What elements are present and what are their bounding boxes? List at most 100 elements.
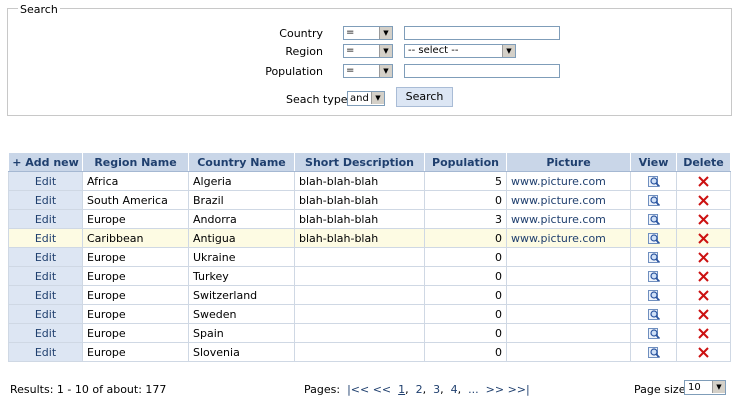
table-row[interactable]: Edit South America Brazil blah-blah-blah 0 ww…: [8, 190, 731, 210]
picture-link[interactable]: [506, 304, 631, 324]
region-cell: Europe: [82, 209, 189, 229]
table-row[interactable]: Edit Africa Algeria blah-blah-blah 5 www.pict…: [8, 171, 731, 191]
table-row[interactable]: Edit Europe Slovenia 0: [8, 342, 731, 362]
edit-link[interactable]: Edit: [8, 304, 83, 324]
picture-link[interactable]: [506, 342, 631, 362]
delete-button[interactable]: [676, 342, 731, 362]
edit-link[interactable]: Edit: [8, 190, 83, 210]
picture-link[interactable]: www.picture.com: [506, 171, 631, 191]
column-header-picture[interactable]: Picture: [506, 152, 631, 172]
page-link-more[interactable]: ...: [468, 383, 479, 396]
picture-link[interactable]: [506, 323, 631, 343]
view-button[interactable]: [630, 190, 677, 210]
table-row[interactable]: Edit Europe Andorra blah-blah-blah 3 www.pict…: [8, 209, 731, 229]
country-cell: Algeria: [188, 171, 295, 191]
page-size-label: Page size:: [634, 383, 690, 396]
description-cell: blah-blah-blah: [294, 190, 425, 210]
population-cell: 0: [424, 304, 507, 324]
column-header-population[interactable]: Population: [424, 152, 507, 172]
magnifier-icon: [647, 175, 660, 188]
table-row[interactable]: Edit Caribbean Antigua blah-blah-blah 0 www.p…: [8, 228, 731, 248]
picture-link[interactable]: www.picture.com: [506, 228, 631, 248]
chevron-down-icon: ▼: [379, 65, 392, 77]
delete-button[interactable]: [676, 247, 731, 267]
table-row[interactable]: Edit Europe Switzerland 0: [8, 285, 731, 305]
edit-link[interactable]: Edit: [8, 342, 83, 362]
country-operator-select[interactable]: = ▼: [343, 26, 393, 40]
view-button[interactable]: [630, 266, 677, 286]
region-cell: Europe: [82, 285, 189, 305]
edit-link[interactable]: Edit: [8, 285, 83, 305]
red-x-icon: [698, 175, 709, 188]
delete-button[interactable]: [676, 171, 731, 191]
magnifier-icon: [647, 289, 660, 302]
delete-button[interactable]: [676, 209, 731, 229]
view-button[interactable]: [630, 209, 677, 229]
page-link-1[interactable]: 1: [398, 383, 405, 396]
first-page-link[interactable]: |<<: [347, 383, 369, 396]
magnifier-icon: [647, 251, 660, 264]
edit-link[interactable]: Edit: [8, 209, 83, 229]
view-button[interactable]: [630, 171, 677, 191]
add-new-button[interactable]: + Add new: [8, 152, 83, 172]
search-legend: Search: [18, 3, 60, 16]
last-page-link[interactable]: >>|: [508, 383, 530, 396]
edit-link[interactable]: Edit: [8, 247, 83, 267]
view-button[interactable]: [630, 304, 677, 324]
next-page-link[interactable]: >>: [486, 383, 504, 396]
region-operator-select[interactable]: = ▼: [343, 44, 393, 58]
delete-button[interactable]: [676, 323, 731, 343]
delete-button[interactable]: [676, 285, 731, 305]
picture-link[interactable]: [506, 285, 631, 305]
edit-link[interactable]: Edit: [8, 171, 83, 191]
column-header-country[interactable]: Country Name: [188, 152, 295, 172]
country-input[interactable]: [404, 26, 560, 40]
population-cell: 0: [424, 247, 507, 267]
description-cell: blah-blah-blah: [294, 228, 425, 248]
region-cell: South America: [82, 190, 189, 210]
edit-link[interactable]: Edit: [8, 228, 83, 248]
delete-button[interactable]: [676, 304, 731, 324]
delete-button[interactable]: [676, 266, 731, 286]
population-cell: 0: [424, 266, 507, 286]
country-cell: Turkey: [188, 266, 295, 286]
magnifier-icon: [647, 213, 660, 226]
table-row[interactable]: Edit Europe Sweden 0: [8, 304, 731, 324]
edit-link[interactable]: Edit: [8, 266, 83, 286]
view-button[interactable]: [630, 285, 677, 305]
chevron-down-icon: ▼: [712, 381, 725, 393]
pager: Pages: |<< << 1, 2, 3, 4, ... >> >>|: [304, 383, 530, 396]
picture-link[interactable]: www.picture.com: [506, 209, 631, 229]
picture-link[interactable]: www.picture.com: [506, 190, 631, 210]
pages-label: Pages:: [304, 383, 341, 396]
delete-button[interactable]: [676, 190, 731, 210]
page-link-3[interactable]: 3: [433, 383, 440, 396]
search-type-select[interactable]: and ▼: [347, 91, 385, 106]
view-button[interactable]: [630, 342, 677, 362]
edit-link[interactable]: Edit: [8, 323, 83, 343]
column-header-region[interactable]: Region Name: [82, 152, 189, 172]
page-link-2[interactable]: 2: [416, 383, 423, 396]
search-button[interactable]: Search: [396, 87, 453, 107]
view-button[interactable]: [630, 228, 677, 248]
column-header-description[interactable]: Short Description: [294, 152, 425, 172]
delete-button[interactable]: [676, 228, 731, 248]
grid-body: Edit Africa Algeria blah-blah-blah 5 www.pict…: [8, 171, 731, 362]
view-button[interactable]: [630, 247, 677, 267]
population-cell: 0: [424, 228, 507, 248]
table-row[interactable]: Edit Europe Turkey 0: [8, 266, 731, 286]
page-link-4[interactable]: 4: [451, 383, 458, 396]
region-label: Region: [285, 45, 323, 58]
region-select[interactable]: -- select -- ▼: [404, 44, 516, 58]
view-button[interactable]: [630, 323, 677, 343]
table-row[interactable]: Edit Europe Ukraine 0: [8, 247, 731, 267]
population-input[interactable]: [404, 64, 560, 78]
page-size-select[interactable]: 10 ▼: [684, 380, 726, 395]
picture-link[interactable]: [506, 266, 631, 286]
results-summary: Results: 1 - 10 of about: 177: [10, 383, 167, 396]
population-operator-select[interactable]: = ▼: [343, 64, 393, 78]
prev-page-link[interactable]: <<: [373, 383, 391, 396]
table-row[interactable]: Edit Europe Spain 0: [8, 323, 731, 343]
picture-link[interactable]: [506, 247, 631, 267]
column-header-view: View: [630, 152, 677, 172]
